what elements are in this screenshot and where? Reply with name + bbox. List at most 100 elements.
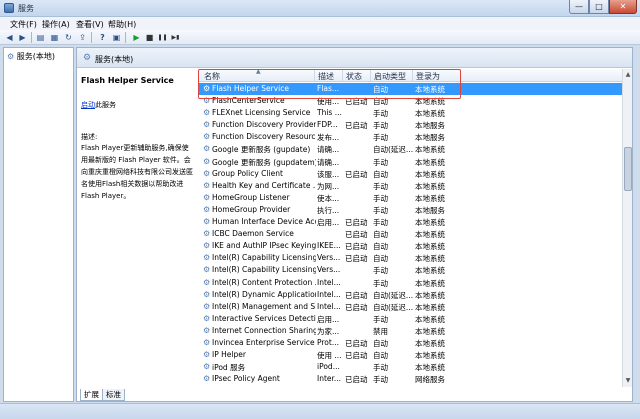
table-row[interactable]: ⚙ Group Policy Client 该服... 已启动 自动 本地系统 xyxy=(198,168,622,180)
service-name: FLEXnet Licensing Service xyxy=(212,108,311,118)
service-logon-as: 网络服务 xyxy=(415,375,445,385)
service-gear-icon: ⚙ xyxy=(203,168,211,178)
service-status: 已启动 xyxy=(345,169,368,179)
table-row[interactable]: ⚙ IKE and AuthIP IPsec Keying... IKEE... 已启… xyxy=(198,240,622,252)
service-startup-type: 手动 xyxy=(373,109,388,119)
view-icon[interactable]: ▣ xyxy=(111,32,122,43)
service-startup-type: 手动 xyxy=(373,121,388,131)
table-row[interactable]: ⚙ Human Interface Device Acc... 启用... 已启动 手动… xyxy=(198,216,622,228)
scroll-down-icon[interactable]: ▼ xyxy=(624,376,632,385)
table-row[interactable]: ⚙ Health Key and Certificate ... 为网... 手动 本地… xyxy=(198,180,622,192)
export-icon[interactable]: ⇪ xyxy=(77,32,88,43)
table-row[interactable]: ⚙ Intel(R) Capability Licensing ... Vers..… xyxy=(198,252,622,264)
service-gear-icon: ⚙ xyxy=(203,156,211,166)
forward-icon[interactable]: ▶ xyxy=(17,32,28,43)
table-row[interactable]: ⚙ Google 更新服务 (gupdatem) 请确... 手动 本地系统 xyxy=(198,156,622,168)
menu-file[interactable]: 文件(F) xyxy=(10,19,37,30)
tab-standard[interactable]: 标准 xyxy=(102,389,125,401)
service-description-cell: 启用... xyxy=(317,314,340,324)
service-gear-icon: ⚙ xyxy=(203,241,211,251)
status-bar xyxy=(0,403,640,419)
service-gear-icon: ⚙ xyxy=(203,217,211,227)
service-logon-as: 本地系统 xyxy=(415,278,445,288)
table-row[interactable]: ⚙ ICBC Daemon Service 已启动 自动 本地系统 xyxy=(198,228,622,240)
close-button[interactable]: ✕ xyxy=(609,0,637,14)
service-startup-type: 手动 xyxy=(373,375,388,385)
table-row[interactable]: ⚙ Intel(R) Management and S... Intel... 已启动… xyxy=(198,301,622,313)
table-row[interactable]: ⚙ Invincea Enterprise Service Prot... 已启动 自动… xyxy=(198,337,622,349)
service-description-cell: Intel... xyxy=(317,289,341,299)
vertical-scrollbar[interactable]: ▲ ▼ xyxy=(622,69,632,387)
service-gear-icon: ⚙ xyxy=(203,132,211,142)
table-row[interactable]: ⚙ Intel(R) Dynamic Application... Intel...… xyxy=(198,289,622,301)
table-row[interactable]: ⚙ FLEXnet Licensing Service This ... 手动 本地系统 xyxy=(198,107,622,119)
refresh-icon[interactable]: ↻ xyxy=(63,32,74,43)
console-tree-icon[interactable]: ▤ xyxy=(35,32,46,43)
service-name: Intel(R) Dynamic Application... xyxy=(212,289,316,299)
help-icon[interactable]: ? xyxy=(97,32,108,43)
service-startup-type: 禁用 xyxy=(373,326,388,336)
table-row[interactable]: ⚙ Internet Connection Sharing... 为家... 禁用 本地… xyxy=(198,325,622,337)
service-logon-as: 本地系统 xyxy=(415,193,445,203)
service-logon-as: 本地服务 xyxy=(415,205,445,215)
service-startup-type: 自动 xyxy=(373,338,388,348)
scroll-up-icon[interactable]: ▲ xyxy=(624,70,632,79)
service-logon-as: 本地系统 xyxy=(415,145,445,155)
service-name: Intel(R) Management and S... xyxy=(212,301,316,311)
tree-node-label: 服务(本地) xyxy=(16,52,55,61)
tab-extended[interactable]: 扩展 xyxy=(80,389,103,401)
pause-icon[interactable]: ❚❚ xyxy=(157,32,168,43)
back-icon[interactable]: ◀ xyxy=(4,32,15,43)
service-logon-as: 本地系统 xyxy=(415,338,445,348)
table-row[interactable]: ⚙ HomeGroup Provider 执行... 手动 本地服务 xyxy=(198,204,622,216)
menu-help[interactable]: 帮助(H) xyxy=(108,19,136,30)
service-name: Interactive Services Detection xyxy=(212,313,316,323)
pane-header: ⚙ 服务(本地) xyxy=(77,48,632,68)
service-description-cell: Inter... xyxy=(317,374,342,384)
start-service-line: 启动此服务 xyxy=(81,100,116,110)
tree-node-services-local[interactable]: ⚙ 服务(本地) xyxy=(7,51,55,62)
table-row[interactable]: ⚙ Interactive Services Detection 启用... 手动 本地… xyxy=(198,313,622,325)
table-row[interactable]: ⚙ Function Discovery Resourc... 发布... 手动 本地服… xyxy=(198,131,622,143)
service-gear-icon: ⚙ xyxy=(203,277,211,287)
service-description-cell: 使用 ... xyxy=(317,351,342,361)
table-row[interactable]: ⚙ Intel(R) Content Protection ... Intel...… xyxy=(198,277,622,289)
scroll-thumb[interactable] xyxy=(624,147,632,191)
table-row[interactable]: ⚙ HomeGroup Listener 使本... 手动 本地系统 xyxy=(198,192,622,204)
table-row[interactable]: ⚙ IP Helper 使用 ... 已启动 自动 本地系统 xyxy=(198,349,622,361)
table-row[interactable]: ⚙ IPsec Policy Agent Inter... 已启动 手动 网络服务 xyxy=(198,373,622,385)
toolbar-separator xyxy=(31,32,32,43)
stop-icon[interactable]: ■ xyxy=(144,32,155,43)
minimize-button[interactable]: — xyxy=(569,0,589,14)
menu-action[interactable]: 操作(A) xyxy=(42,19,70,30)
start-service-link[interactable]: 启动 xyxy=(81,101,95,109)
service-startup-type: 手动 xyxy=(373,363,388,373)
highlight-annotation-box xyxy=(198,69,461,99)
service-description-cell: 发布... xyxy=(317,133,340,143)
service-status: 已启动 xyxy=(345,338,368,348)
service-startup-type: 自动 xyxy=(373,254,388,264)
table-row[interactable]: ⚙ iPod 服务 iPod... 手动 本地系统 xyxy=(198,361,622,373)
menu-view[interactable]: 查看(V) xyxy=(76,19,104,30)
service-name: Function Discovery Provider ... xyxy=(212,120,316,130)
service-description-cell: iPod... xyxy=(317,362,340,372)
service-startup-type: 手动 xyxy=(373,133,388,143)
table-row[interactable]: ⚙ Intel(R) Capability Licensing ... Vers..… xyxy=(198,264,622,276)
service-gear-icon: ⚙ xyxy=(203,120,211,130)
properties-icon[interactable]: ▦ xyxy=(49,32,60,43)
maximize-button[interactable]: □ xyxy=(589,0,609,14)
table-row[interactable]: ⚙ Function Discovery Provider ... FDP... 已启… xyxy=(198,119,622,131)
service-detail-panel: Flash Helper Service 启动此服务 描述: Flash Pla… xyxy=(77,69,195,399)
service-name: IP Helper xyxy=(212,350,246,360)
services-list: ▲ 名称 描述 状态 启动类型 登录为 ⚙ Flash Helper Servic… xyxy=(198,69,622,387)
table-row[interactable]: ⚙ Google 更新服务 (gupdate) 请确... 自动(延迟... 本地系统 xyxy=(198,143,622,155)
service-gear-icon: ⚙ xyxy=(203,313,211,323)
description-label: 描述: xyxy=(81,133,98,141)
service-startup-type: 手动 xyxy=(373,218,388,228)
service-description-cell: 使本... xyxy=(317,193,340,203)
restart-icon[interactable]: ▶▮ xyxy=(170,32,181,43)
service-name: HomeGroup Provider xyxy=(212,204,291,214)
service-description: Flash Player更新辅助服务,确保使用最新版的 Flash Player… xyxy=(81,144,193,200)
play-icon[interactable]: ▶ xyxy=(131,32,142,43)
service-description-cell: Vers... xyxy=(317,253,341,263)
